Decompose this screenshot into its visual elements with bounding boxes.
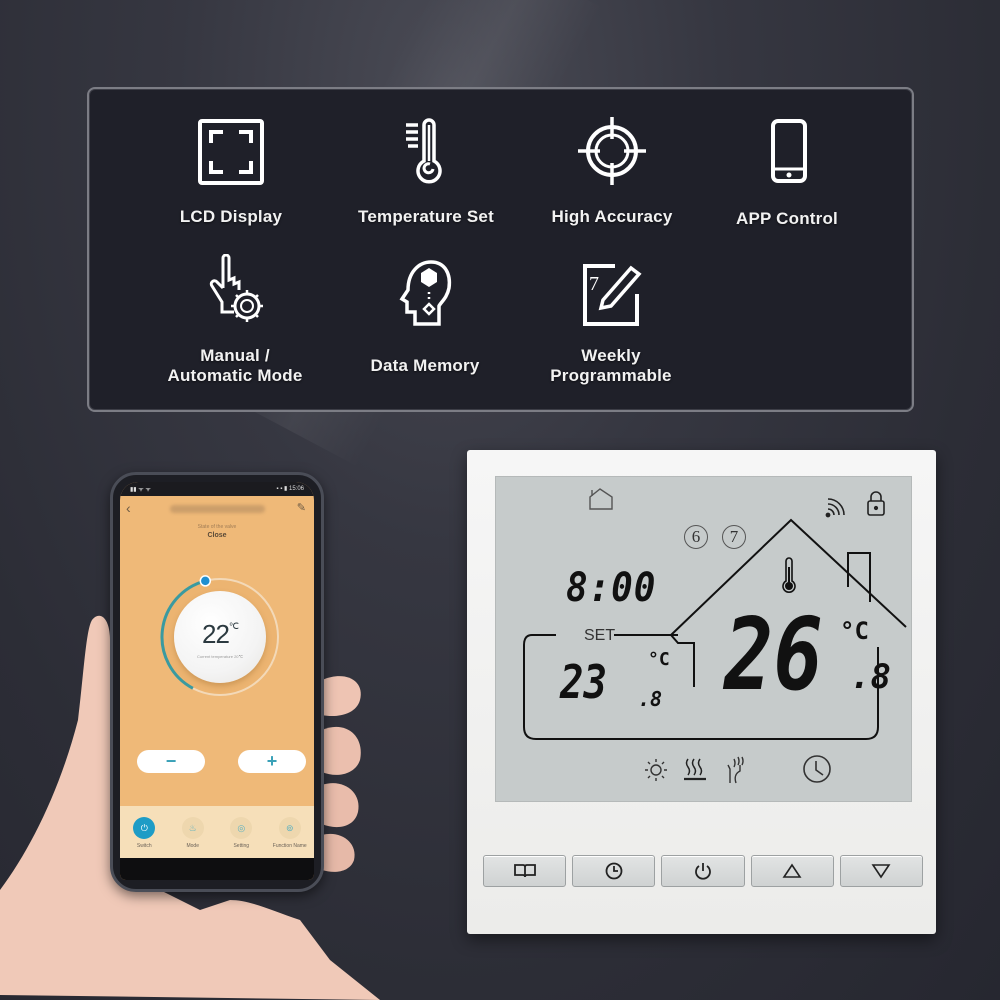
set-temperature: 22℃ xyxy=(201,619,239,649)
feature-lcd-display: LCD Display xyxy=(141,111,321,227)
lcd-screen: 6 7 8:00 SET 23 .8 °C 26 .8 °C xyxy=(495,476,912,802)
clock-button[interactable] xyxy=(572,855,656,887)
schedule-clock-icon xyxy=(803,755,831,783)
lock-icon xyxy=(867,491,885,516)
bottom-tab-bar: ⏻ Switch ♨ Mode ◎ Setting ⊚ Function Nam… xyxy=(120,806,314,858)
back-icon[interactable]: ‹ xyxy=(126,500,131,516)
feature-label-line2: Programmable xyxy=(550,366,672,385)
day-indicator-6: 6 xyxy=(684,525,708,549)
feature-label: Data Memory xyxy=(370,356,480,375)
smartphone-icon xyxy=(771,119,807,183)
current-temperature-text: Current temperature 20℃ xyxy=(196,654,244,659)
menu-book-button[interactable] xyxy=(483,855,567,887)
valve-state-value: Close xyxy=(207,532,227,539)
power-button[interactable] xyxy=(661,855,745,887)
temperature-dial[interactable]: 22℃ Current temperature 20℃ xyxy=(155,572,285,702)
status-signal: ▮▮ ᯤ ᯤ xyxy=(130,487,151,493)
thermostat-device: 6 7 8:00 SET 23 .8 °C 26 .8 °C xyxy=(467,450,936,934)
tab-switch[interactable]: ⏻ Switch xyxy=(121,817,167,849)
tab-label: Function Name xyxy=(272,843,307,849)
set-label: SET xyxy=(584,627,616,644)
calendar-pencil-icon: 7 xyxy=(583,264,642,326)
hand-warmth-icon xyxy=(727,756,744,784)
set-temperature-decimal: .8 xyxy=(638,687,663,711)
feature-weekly-programmable: 7 Weekly Programmable xyxy=(521,254,701,386)
decrease-temperature-button[interactable]: − xyxy=(137,750,205,773)
power-icon: ⏻ xyxy=(133,817,156,839)
wifi-icon xyxy=(825,498,845,518)
features-panel: LCD Display Temperature Set High Accurac… xyxy=(87,87,914,412)
book-icon xyxy=(513,864,536,878)
room-temperature: 26 xyxy=(724,596,823,713)
lcd-display-icon xyxy=(198,119,264,185)
feature-label-line1: Weekly xyxy=(581,346,641,365)
edit-icon[interactable]: ✎ xyxy=(297,501,306,514)
set-temperature-unit: °C xyxy=(648,649,670,670)
tab-function-name[interactable]: ⊚ Function Name xyxy=(267,817,313,849)
clock-icon xyxy=(605,862,623,880)
svg-text:7: 7 xyxy=(589,273,599,295)
sun-comfort-icon xyxy=(645,759,667,781)
increase-temperature-button[interactable]: + xyxy=(238,750,306,773)
feature-app-control: APP Control xyxy=(697,111,877,229)
feature-label: Temperature Set xyxy=(358,207,494,226)
floor-heating-icon xyxy=(684,758,706,781)
status-time: ▪ ▪ ▮ 15:06 xyxy=(276,486,304,492)
tab-label: Switch xyxy=(136,843,152,849)
day-indicator-7: 7 xyxy=(722,525,746,549)
feature-data-memory: Data Memory xyxy=(335,254,515,376)
feature-temperature-set: Temperature Set xyxy=(336,111,516,227)
status-bar: ▮▮ ᯤ ᯤ ▪ ▪ ▮ 15:06 xyxy=(120,482,314,496)
set-temperature: 23 xyxy=(560,655,608,709)
feature-high-accuracy: High Accuracy xyxy=(522,111,702,227)
power-icon xyxy=(695,863,711,880)
phone-bezel-bottom xyxy=(120,858,314,880)
room-temperature-unit: °C xyxy=(840,617,869,645)
dial-knob[interactable] xyxy=(199,575,212,587)
tab-setting[interactable]: ◎ Setting xyxy=(218,817,264,849)
room-temperature-decimal: .8 xyxy=(850,657,891,697)
clock-display: 8:00 xyxy=(566,565,657,611)
thermometer-icon xyxy=(406,118,442,184)
feature-label: LCD Display xyxy=(179,207,283,226)
feature-label-line1: Manual / xyxy=(200,346,270,365)
feature-manual-automatic-mode: Manual / Automatic Mode xyxy=(145,254,325,386)
tab-label: Setting xyxy=(233,843,250,849)
feature-label-line2: Automatic Mode xyxy=(167,366,303,385)
set-temperature-display: 22℃ Current temperature 20℃ xyxy=(174,591,266,683)
tab-mode[interactable]: ♨ Mode xyxy=(170,817,216,849)
app-screen: ▮▮ ᯤ ᯤ ▪ ▪ ▮ 15:06 ‹ ✎ State of the valv… xyxy=(120,482,314,880)
device-name-blurred xyxy=(170,505,265,513)
chimney xyxy=(847,552,871,602)
feature-label: APP Control xyxy=(735,209,838,228)
crosshair-target-icon xyxy=(578,117,646,185)
tab-label: Mode xyxy=(186,843,199,849)
thermometer-icon xyxy=(782,557,796,593)
smartphone: ▮▮ ᯤ ᯤ ▪ ▪ ▮ 15:06 ‹ ✎ State of the valv… xyxy=(110,472,324,892)
settings-icon: ◎ xyxy=(230,817,253,839)
thermostat-buttons xyxy=(483,855,924,889)
feature-label: High Accuracy xyxy=(551,207,673,226)
triangle-down-icon xyxy=(871,864,891,879)
valve-state-label: State of the valve xyxy=(197,524,237,530)
app-bar: ‹ ✎ xyxy=(120,496,314,522)
up-button[interactable] xyxy=(750,855,834,887)
home-mode-icon xyxy=(589,488,613,510)
head-memory-icon xyxy=(399,260,452,326)
function-icon: ⊚ xyxy=(278,817,301,839)
flame-icon: ♨ xyxy=(181,817,204,839)
triangle-up-icon xyxy=(782,863,802,878)
hand-gear-icon xyxy=(209,254,263,322)
down-button[interactable] xyxy=(839,855,924,887)
